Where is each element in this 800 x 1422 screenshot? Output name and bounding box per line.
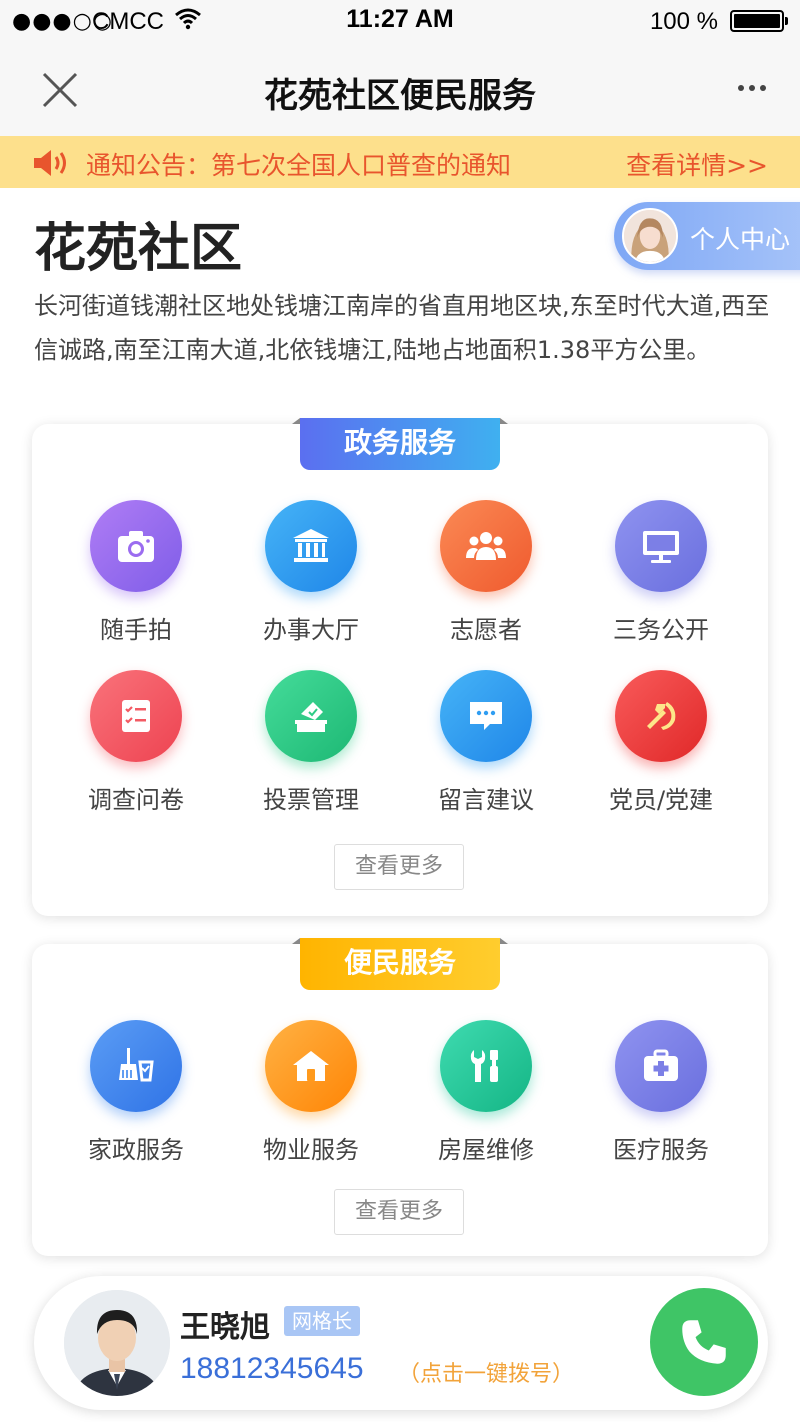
grid-manager-contact-card[interactable]: 王晓旭 网格长 18812345645 （点击一键拨号） — [34, 1276, 768, 1410]
community-description: 长河街道钱潮社区地处钱塘江南岸的省直用地区块,东至时代大道,西至信诚路,南至江南… — [34, 292, 770, 364]
page-title: 花苑社区便民服务 — [264, 76, 536, 116]
role-badge: 网格长 — [284, 1306, 360, 1336]
monitor-icon — [615, 500, 707, 592]
grid-item-property[interactable]: 物业服务 — [236, 1020, 386, 1165]
grid-item-public-affairs[interactable]: 三务公开 — [586, 500, 736, 645]
battery-icon — [730, 10, 788, 32]
nav-bar: 花苑社区便民服务 — [0, 40, 800, 136]
grid-item-photo-report[interactable]: 随手拍 — [61, 500, 211, 645]
life-services-card: 便民服务 家政服务 物业服务 房屋维修 医疗服务 查看更多 — [32, 938, 768, 1256]
ballot-box-icon — [265, 670, 357, 762]
gov-services-title: 政务服务 — [292, 418, 508, 470]
wrench-screwdriver-icon — [440, 1020, 532, 1112]
gov-more-button[interactable]: 查看更多 — [334, 844, 464, 890]
chat-bubble-icon — [440, 670, 532, 762]
battery-percentage: 100 % — [649, 8, 718, 35]
grid-label: 房屋维修 — [438, 1136, 534, 1164]
grid-item-housekeeping[interactable]: 家政服务 — [61, 1020, 211, 1165]
status-bar: ●●●○○ CMCC 11:27 AM 100 % — [0, 0, 800, 40]
gov-services-card: 政务服务 随手拍 办事大厅 志愿者 三务公开 调查问卷 投票管理 留言建议 党员… — [32, 418, 768, 916]
avatar — [622, 208, 678, 264]
notice-text[interactable]: 通知公告：第七次全国人口普查的通知 — [86, 146, 511, 182]
notice-bar[interactable]: 通知公告：第七次全国人口普查的通知 查看详情>> — [0, 136, 800, 188]
grid-label: 办事大厅 — [263, 616, 359, 644]
personal-center-label: 个人中心 — [690, 225, 791, 254]
life-more-button[interactable]: 查看更多 — [334, 1189, 464, 1235]
manager-name: 王晓旭 — [180, 1310, 270, 1345]
grid-item-voting[interactable]: 投票管理 — [236, 670, 386, 815]
grid-label: 随手拍 — [100, 616, 172, 644]
house-icon — [265, 1020, 357, 1112]
party-emblem-icon — [615, 670, 707, 762]
broom-bucket-icon — [90, 1020, 182, 1112]
grid-label: 党员/党建 — [608, 786, 714, 814]
grid-label: 调查问卷 — [88, 786, 184, 814]
grid-item-house-repair[interactable]: 房屋维修 — [411, 1020, 561, 1165]
grid-item-survey[interactable]: 调查问卷 — [61, 670, 211, 815]
speaker-icon — [34, 150, 66, 176]
grid-item-service-hall[interactable]: 办事大厅 — [236, 500, 386, 645]
grid-item-party-building[interactable]: 党员/党建 — [586, 670, 736, 815]
view-details-link[interactable]: 查看详情>> — [626, 146, 768, 182]
people-group-icon — [440, 500, 532, 592]
government-building-icon — [265, 500, 357, 592]
phone-icon — [682, 1320, 726, 1364]
medical-kit-icon — [615, 1020, 707, 1112]
grid-label: 物业服务 — [263, 1136, 359, 1164]
grid-label: 三务公开 — [613, 616, 709, 644]
grid-item-medical[interactable]: 医疗服务 — [586, 1020, 736, 1165]
grid-label: 家政服务 — [88, 1136, 184, 1164]
grid-item-suggestions[interactable]: 留言建议 — [411, 670, 561, 815]
more-options-icon[interactable] — [738, 76, 774, 96]
checklist-icon — [90, 670, 182, 762]
grid-label: 医疗服务 — [613, 1136, 709, 1164]
grid-item-volunteer[interactable]: 志愿者 — [411, 500, 561, 645]
grid-label: 留言建议 — [438, 786, 534, 814]
grid-label: 投票管理 — [263, 786, 359, 814]
community-name: 花苑社区 — [34, 219, 243, 279]
one-tap-dial-hint: （点击一键拨号） — [398, 1362, 575, 1387]
grid-label: 志愿者 — [450, 616, 522, 644]
call-button[interactable] — [650, 1288, 758, 1396]
camera-icon — [90, 500, 182, 592]
life-services-title: 便民服务 — [292, 938, 508, 990]
manager-photo — [64, 1290, 170, 1396]
phone-number[interactable]: 18812345645 — [180, 1352, 364, 1386]
personal-center-button[interactable]: 个人中心 — [614, 202, 800, 270]
